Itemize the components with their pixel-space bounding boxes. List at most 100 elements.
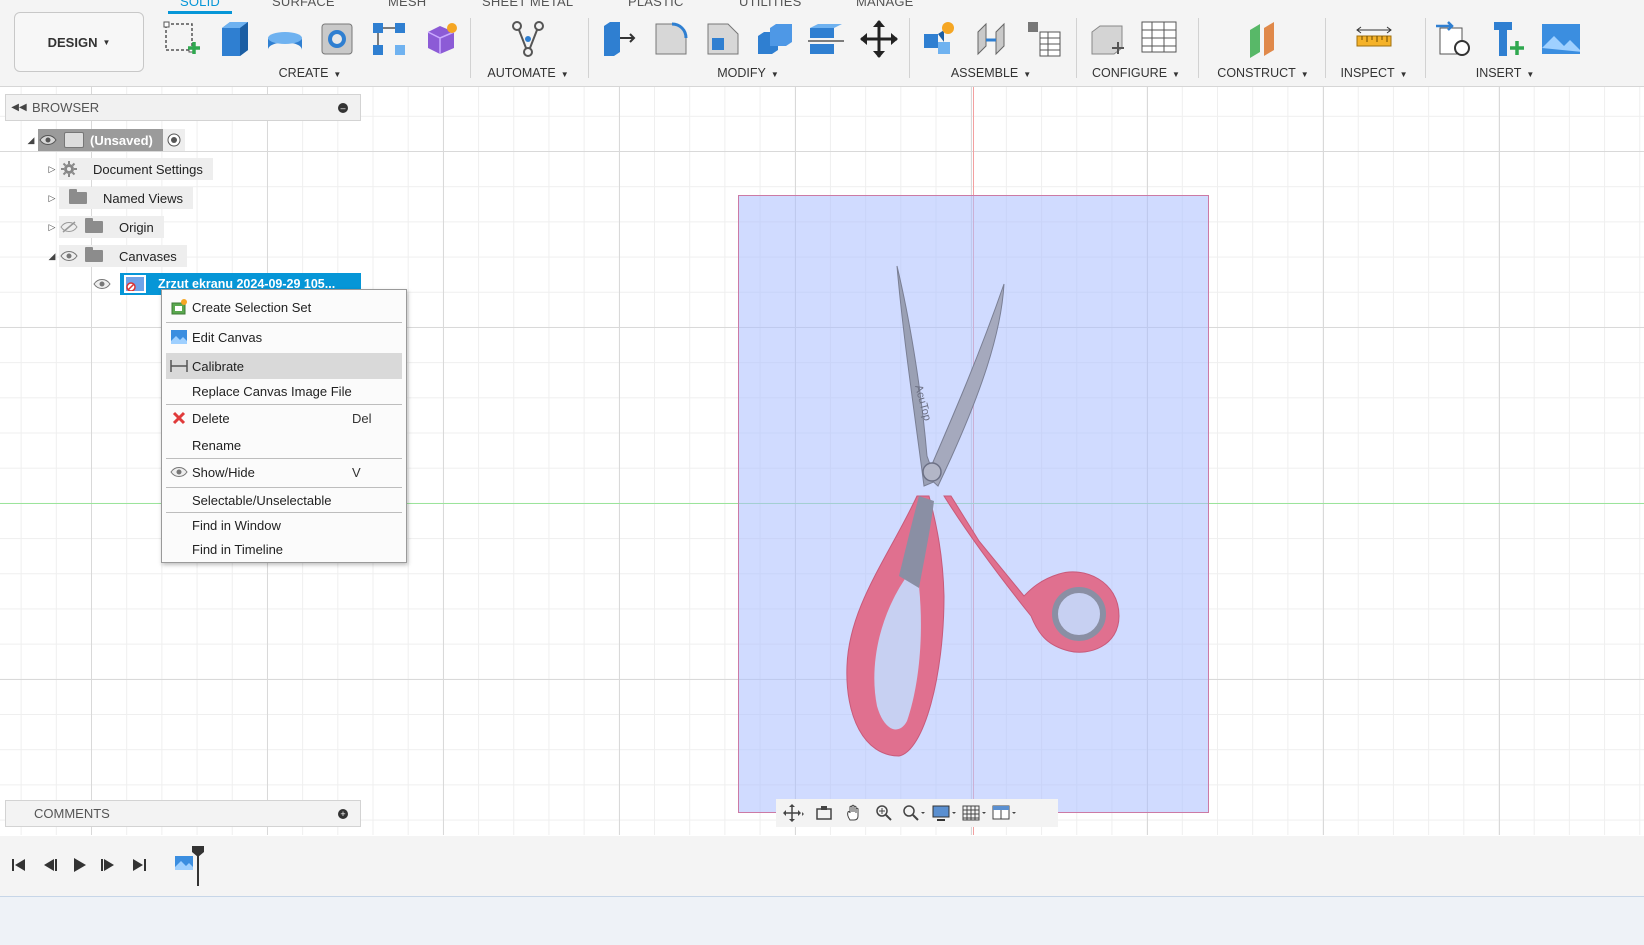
fit-zoom-icon[interactable] <box>902 803 926 823</box>
chamfer-icon[interactable] <box>702 18 744 60</box>
hole-icon[interactable] <box>316 18 358 60</box>
timeline-marker[interactable] <box>192 846 204 886</box>
timeline-canvas-feature-icon[interactable] <box>174 854 194 872</box>
menu-show-hide[interactable]: Show/Hide V <box>166 460 402 484</box>
menu-find-in-timeline[interactable]: Find in Timeline <box>166 537 402 561</box>
configure-model-icon[interactable] <box>1086 18 1128 60</box>
menu-selectable-unselectable[interactable]: Selectable/Unselectable <box>166 488 402 512</box>
split-body-icon[interactable] <box>806 18 848 60</box>
design-workspace-button[interactable]: DESIGN ▼ <box>14 12 144 72</box>
menu-calibrate[interactable]: Calibrate <box>166 353 402 379</box>
fillet-icon[interactable] <box>650 18 692 60</box>
expand-triangle-icon[interactable]: ◢ <box>24 135 38 146</box>
offset-plane-icon[interactable] <box>1242 18 1284 60</box>
look-at-icon[interactable] <box>812 803 836 823</box>
browser-item-named-views[interactable]: ▷ Named Views <box>45 187 193 209</box>
tab-mesh[interactable]: MESH <box>388 0 426 9</box>
revolve-icon[interactable] <box>264 18 306 60</box>
visibility-eye-icon[interactable] <box>38 129 58 151</box>
tab-plastic[interactable]: PLASTIC <box>628 0 684 9</box>
viewports-icon[interactable] <box>992 803 1016 823</box>
inspect-menu-label[interactable]: INSPECT <box>1340 66 1394 80</box>
comments-panel-header[interactable]: COMMENTS + <box>5 800 361 827</box>
zoom-icon[interactable] <box>872 803 896 823</box>
insert-menu-label[interactable]: INSERT <box>1476 66 1522 80</box>
configure-menu-label[interactable]: CONFIGURE <box>1092 66 1167 80</box>
tab-sheet-metal[interactable]: SHEET METAL <box>482 0 573 9</box>
expand-panel-icon[interactable]: + <box>338 809 348 819</box>
menu-item-label: Calibrate <box>192 358 245 374</box>
play-icon[interactable] <box>70 856 88 874</box>
browser-panel-header[interactable]: ◀◀ BROWSER – <box>5 94 361 121</box>
insert-canvas-icon[interactable] <box>1538 18 1582 60</box>
menu-delete[interactable]: Delete Del <box>166 406 402 430</box>
create-menu-label[interactable]: CREATE <box>279 66 329 80</box>
joint-icon[interactable] <box>970 18 1012 60</box>
bill-of-materials-icon[interactable] <box>1022 18 1064 60</box>
go-to-start-icon[interactable] <box>10 856 28 874</box>
modify-menu-label[interactable]: MODIFY <box>717 66 766 80</box>
expand-triangle-icon[interactable]: ▷ <box>45 193 59 204</box>
insert-mcmaster-icon[interactable] <box>1486 18 1528 60</box>
menu-edit-canvas[interactable]: Edit Canvas <box>166 325 402 349</box>
grid-settings-icon[interactable] <box>962 803 986 823</box>
move-copy-icon[interactable] <box>858 18 900 60</box>
assemble-menu-label[interactable]: ASSEMBLE <box>951 66 1018 80</box>
hidden-eye-icon[interactable] <box>59 216 79 238</box>
collapse-panel-icon[interactable]: ◀◀ <box>6 102 32 113</box>
window-bottom-strip <box>0 896 1644 945</box>
construct-menu-label[interactable]: CONSTRUCT <box>1217 66 1295 80</box>
automate-menu-label[interactable]: AUTOMATE <box>487 66 555 80</box>
pattern-icon[interactable] <box>368 18 410 60</box>
menu-replace-canvas-image[interactable]: Replace Canvas Image File <box>166 379 402 403</box>
chevron-down-icon: ▼ <box>770 70 779 79</box>
automate-icon[interactable] <box>507 18 549 60</box>
insert-group: INSERT ▼ <box>1434 16 1644 86</box>
expand-triangle-icon[interactable]: ▷ <box>45 164 59 175</box>
chevron-down-icon: ▼ <box>1023 70 1032 79</box>
extrude-icon[interactable] <box>212 18 254 60</box>
browser-root-row[interactable]: ◢ (Unsaved) <box>24 129 185 151</box>
browser-item-origin[interactable]: ▷ Origin <box>45 216 164 238</box>
design-label: DESIGN <box>47 34 98 50</box>
chevron-down-icon: ▼ <box>1300 70 1309 79</box>
canvas-visibility[interactable] <box>92 273 112 295</box>
measure-icon[interactable] <box>1353 18 1395 60</box>
create-group: CREATE ▼ <box>160 16 460 86</box>
configuration-table-icon[interactable] <box>1138 18 1180 60</box>
scissors-image: AcuTop <box>846 265 1120 757</box>
menu-rename[interactable]: Rename <box>166 433 402 457</box>
activate-radio-icon[interactable] <box>162 129 185 151</box>
orbit-icon[interactable] <box>782 803 806 823</box>
pan-hand-icon[interactable] <box>842 803 866 823</box>
step-forward-icon[interactable] <box>100 856 118 874</box>
tab-surface[interactable]: SURFACE <box>272 0 335 9</box>
menu-item-label: Create Selection Set <box>192 299 312 315</box>
selection-set-icon <box>166 295 192 319</box>
menu-find-in-window[interactable]: Find in Window <box>166 513 402 537</box>
expand-triangle-icon[interactable]: ▷ <box>45 222 59 233</box>
origin-label: Origin <box>119 219 154 235</box>
visibility-eye-icon[interactable] <box>59 245 79 267</box>
delete-x-icon <box>166 406 192 430</box>
go-to-end-icon[interactable] <box>130 856 148 874</box>
collapse-triangle-icon[interactable]: ◢ <box>45 251 59 262</box>
tab-manage[interactable]: MANAGE <box>856 0 914 9</box>
form-icon[interactable] <box>420 18 462 60</box>
display-settings-icon[interactable] <box>932 803 956 823</box>
browser-item-canvases[interactable]: ◢ Canvases <box>45 245 187 267</box>
calibrate-icon <box>166 354 192 378</box>
combine-icon[interactable] <box>754 18 796 60</box>
minimize-panel-icon[interactable]: – <box>338 103 348 113</box>
visibility-eye-icon[interactable] <box>92 273 112 295</box>
step-back-icon[interactable] <box>40 856 58 874</box>
insert-derive-icon[interactable] <box>1434 18 1476 60</box>
create-sketch-icon[interactable] <box>160 18 202 60</box>
tab-utilities[interactable]: UTILITIES <box>739 0 801 9</box>
menu-create-selection-set[interactable]: Create Selection Set <box>166 295 402 319</box>
press-pull-icon[interactable] <box>598 18 640 60</box>
tab-solid[interactable]: SOLID <box>167 0 233 14</box>
canvas-image[interactable]: AcuTop <box>738 195 1209 813</box>
new-component-icon[interactable] <box>918 18 960 60</box>
browser-item-document-settings[interactable]: ▷ Document Settings <box>45 158 213 180</box>
